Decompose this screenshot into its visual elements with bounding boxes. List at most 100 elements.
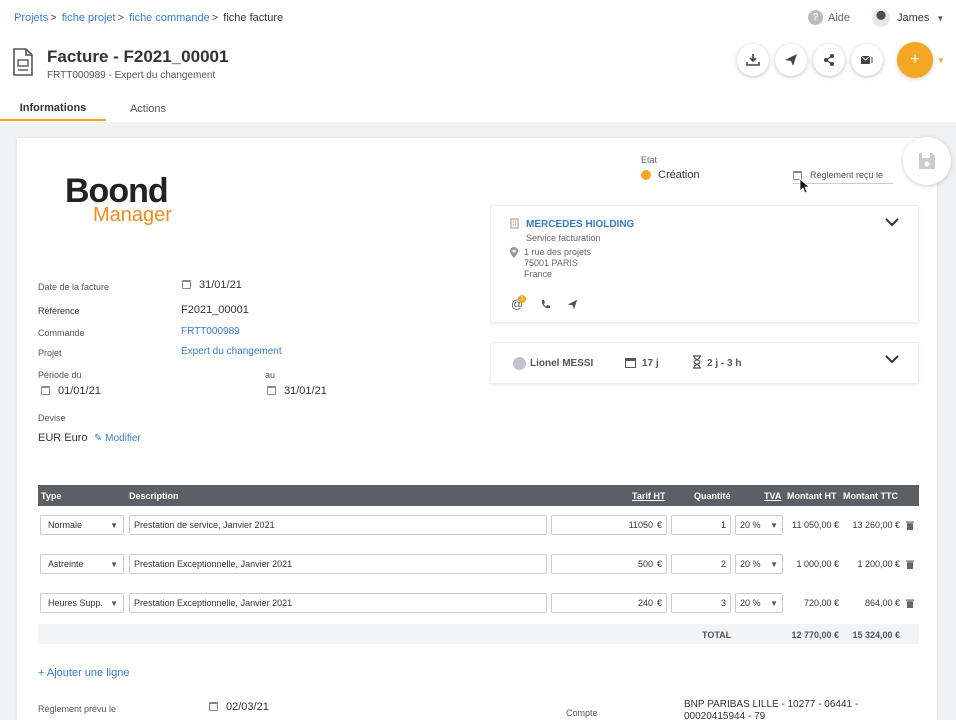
total-ttc: 15 324,00 €	[852, 630, 900, 640]
trash-icon[interactable]	[906, 599, 914, 608]
breadcrumb-separator: >	[50, 12, 57, 24]
euro-symbol: €	[656, 598, 662, 608]
trash-icon[interactable]	[906, 521, 914, 530]
client-address-line2: 75001 PARIS	[524, 258, 578, 268]
caret-down-icon: ▼	[110, 598, 118, 608]
add-button[interactable]: +	[897, 42, 933, 78]
date-facture-value: 31/01/21	[199, 279, 242, 291]
quantite-input[interactable]: 1	[671, 515, 731, 535]
total-ht: 12 770,00 €	[791, 630, 839, 640]
paper-plane-icon	[785, 54, 797, 66]
modifier-devise-link[interactable]: ✎ Modifier	[94, 433, 141, 444]
description-input[interactable]: Prestation de service, Janvier 2021	[129, 515, 547, 535]
status-value: Création	[658, 169, 700, 181]
download-button[interactable]	[737, 44, 769, 76]
calendar-icon	[625, 358, 636, 368]
type-select[interactable]: Heures Supp. ▼	[40, 593, 124, 613]
mouse-cursor-icon	[799, 178, 811, 194]
status-badge[interactable]: Création	[641, 169, 700, 181]
paper-plane-icon[interactable]	[567, 299, 578, 310]
user-avatar-icon	[513, 357, 526, 370]
description-input[interactable]: Prestation Exceptionnelle, Janvier 2021	[129, 593, 547, 613]
modifier-label: Modifier	[105, 433, 141, 444]
user-menu[interactable]: James ▼	[872, 9, 944, 27]
reglement-prevu-field[interactable]: 02/03/21	[209, 701, 269, 713]
compte-value-line2: 00020415944 - 79	[684, 711, 766, 720]
calendar-icon	[41, 386, 50, 395]
building-icon	[510, 218, 519, 229]
compte-value[interactable]: BNP PARIBAS LILLE - 10277 - 06441 - 0002…	[684, 699, 858, 720]
total-label: TOTAL	[702, 630, 732, 640]
periode-au-value: 31/01/21	[284, 385, 327, 397]
col-montant-ht: Montant HT	[787, 491, 837, 501]
logo-text-boond: Boond	[65, 172, 169, 210]
phone-icon[interactable]	[540, 299, 551, 310]
tarif-value: 500	[637, 559, 653, 569]
periode-au-field[interactable]: 31/01/21	[267, 385, 327, 397]
table-row: Astreinte ▼ Prestation Exceptionnelle, Ja…	[38, 554, 919, 574]
quantite-input[interactable]: 2	[671, 554, 731, 574]
tva-select[interactable]: 20 % ▼	[735, 515, 783, 535]
breadcrumb-projets[interactable]: Projets	[14, 12, 48, 24]
email-button[interactable]	[851, 44, 883, 76]
caret-down-icon: ▼	[770, 520, 778, 530]
table-header: Type Description Tarif HT Quantité TVA M…	[38, 485, 919, 506]
breadcrumb-current: fiche facture	[223, 12, 284, 24]
caret-down-icon[interactable]: ▼	[937, 56, 945, 65]
tab-actions[interactable]: Actions	[106, 96, 190, 121]
tarif-input[interactable]: 240 €	[551, 593, 667, 613]
tva-select[interactable]: 20 % ▼	[735, 593, 783, 613]
commande-link[interactable]: FRTT000989	[181, 326, 240, 337]
download-icon	[746, 54, 760, 66]
col-description: Description	[129, 491, 179, 501]
help-link[interactable]: ? Aide	[808, 10, 850, 25]
date-facture-label: Date de la facture	[38, 282, 110, 292]
compte-value-line1: BNP PARIBAS LILLE - 10277 - 06441 -	[684, 699, 859, 710]
montant-ttc: 1 200,00 €	[857, 559, 900, 569]
breadcrumb-fiche-commande[interactable]: fiche commande	[129, 12, 210, 24]
col-quantite: Quantité	[694, 491, 731, 501]
periode-du-field[interactable]: 01/01/21	[41, 385, 101, 397]
client-expand-chevron-icon[interactable]	[885, 214, 899, 230]
share-icon	[824, 54, 834, 66]
client-country: France	[524, 269, 553, 279]
tva-select[interactable]: 20 % ▼	[735, 554, 783, 574]
euro-symbol: €	[656, 520, 662, 530]
page-subtitle: FRTT000989 - Expert du changement	[47, 70, 216, 81]
breadcrumb-fiche-projet[interactable]: fiche projet	[62, 12, 116, 24]
trash-icon[interactable]	[906, 560, 914, 569]
resource-days: 17 j	[642, 358, 659, 369]
quantite-input[interactable]: 3	[671, 593, 731, 613]
map-pin-icon	[510, 247, 518, 258]
table-total-row: TOTAL 12 770,00 € 15 324,00 €	[38, 624, 919, 644]
euro-symbol: €	[656, 559, 662, 569]
share-button[interactable]	[813, 44, 845, 76]
projet-link[interactable]: Expert du changement	[181, 346, 282, 357]
type-select[interactable]: Astreinte ▼	[40, 554, 124, 574]
reglement-recu-placeholder: Règlement reçu le	[810, 170, 884, 180]
table-row: Heures Supp. ▼ Prestation Exceptionnelle,…	[38, 593, 919, 613]
type-value: Normale	[48, 520, 83, 530]
tab-informations[interactable]: Informations	[0, 96, 106, 121]
tarif-input[interactable]: 11050 €	[551, 515, 667, 535]
send-button[interactable]	[775, 44, 807, 76]
tarif-input[interactable]: 500 €	[551, 554, 667, 574]
resource-name[interactable]: Lionel MESSI	[530, 358, 593, 369]
resource-expand-chevron-icon[interactable]	[885, 351, 899, 367]
col-tva: TVA	[764, 491, 782, 501]
montant-ht: 11 050,00 €	[792, 520, 839, 530]
save-button[interactable]	[903, 137, 951, 185]
add-line-link[interactable]: + Ajouter une ligne	[38, 667, 129, 679]
type-select[interactable]: Normale ▼	[40, 515, 124, 535]
commande-label: Commande	[38, 328, 85, 338]
notification-badge: 1	[518, 295, 526, 303]
reglement-prevu-value: 02/03/21	[226, 701, 269, 713]
tarif-value: 240	[637, 598, 653, 608]
description-input[interactable]: Prestation Exceptionnelle, Janvier 2021	[129, 554, 547, 574]
client-name-link[interactable]: MERCEDES HIOLDING	[526, 219, 634, 230]
type-value: Astreinte	[48, 559, 84, 569]
date-facture-field[interactable]: 31/01/21	[182, 279, 242, 291]
reference-value[interactable]: F2021_00001	[181, 304, 249, 316]
pencil-icon: ✎	[94, 433, 103, 444]
devise-value: EUR Euro	[38, 432, 88, 444]
